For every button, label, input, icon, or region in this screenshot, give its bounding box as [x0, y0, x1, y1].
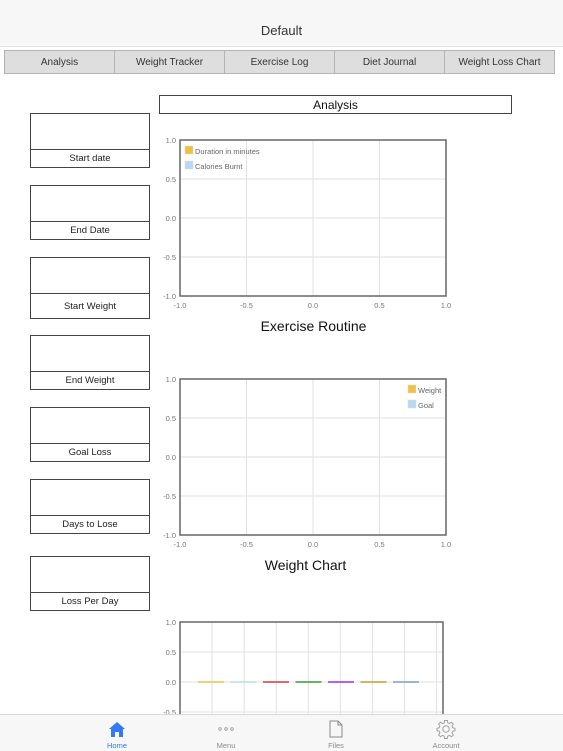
- y-tick-label: 1.0: [166, 618, 176, 627]
- field-goal-loss: Goal Loss: [30, 407, 150, 462]
- more-dots-icon: [217, 718, 235, 740]
- field-label: Days to Lose: [62, 519, 118, 530]
- nav-label: Home: [106, 741, 127, 750]
- legend-label: Weight: [418, 386, 442, 395]
- home-icon: [108, 718, 126, 740]
- x-tick-label: 1.0: [441, 540, 451, 549]
- nav-account[interactable]: Account: [406, 715, 486, 751]
- field-value[interactable]: [31, 114, 149, 150]
- y-tick-label: 0.5: [166, 648, 176, 657]
- legend-swatch: [184, 160, 194, 170]
- y-tick-label: 1.0: [166, 375, 176, 384]
- field-value[interactable]: [31, 186, 149, 222]
- tab-diet-journal[interactable]: Diet Journal: [334, 50, 444, 74]
- nav-label: Files: [328, 741, 344, 750]
- nav-files[interactable]: Files: [296, 715, 376, 751]
- exercise-routine-chart: -1.0 -0.5 0.0 0.5 1.0 1.0 0.5 0.0 -0.5 -1.0 Durati…: [163, 136, 451, 310]
- y-tick-label: 0.0: [166, 214, 176, 223]
- y-tick-label: 0.0: [166, 678, 176, 687]
- x-tick-label: 0.5: [374, 301, 384, 310]
- file-icon: [329, 718, 343, 740]
- x-tick-label: 0.0: [308, 301, 318, 310]
- field-label: End Date: [70, 225, 110, 236]
- tab-bar: Analysis Weight Tracker Exercise Log Die…: [4, 50, 555, 74]
- nav-label: Account: [432, 741, 460, 750]
- legend-label: Duration in minutes: [195, 147, 260, 156]
- legend-label: Calories Burnt: [195, 162, 243, 171]
- x-tick-label: 1.0: [441, 301, 451, 310]
- legend-label: Goal: [418, 401, 434, 410]
- field-end-weight: End Weight: [30, 335, 150, 390]
- nav-home[interactable]: Home: [77, 715, 157, 751]
- x-tick-label: -1.0: [174, 301, 187, 310]
- legend-swatch: [407, 384, 417, 394]
- field-value[interactable]: [31, 557, 149, 593]
- page-title: Default: [260, 23, 303, 38]
- plot-border: [179, 621, 444, 714]
- y-tick-label: -1.0: [163, 292, 176, 301]
- field-loss-per-day: Loss Per Day: [30, 556, 150, 611]
- field-start-date: Start date: [30, 113, 150, 168]
- field-label: End Weight: [65, 375, 115, 386]
- y-tick-label: 0.5: [166, 414, 176, 423]
- field-days-to-lose: Days to Lose: [30, 479, 150, 534]
- x-tick-label: 0.0: [308, 540, 318, 549]
- nav-menu[interactable]: Menu: [186, 715, 266, 751]
- gear-icon: [436, 718, 456, 740]
- tab-exercise-log[interactable]: Exercise Log: [224, 50, 334, 74]
- field-label: Start date: [69, 153, 111, 164]
- field-value[interactable]: [31, 336, 149, 372]
- x-tick-label: -1.0: [174, 540, 187, 549]
- field-value[interactable]: [31, 408, 149, 444]
- y-tick-label: 0.5: [166, 175, 176, 184]
- legend-swatch: [184, 145, 194, 155]
- legend-swatch: [407, 399, 417, 409]
- field-label: Goal Loss: [68, 447, 112, 458]
- field-end-date: End Date: [30, 185, 150, 240]
- field-start-weight: Start Weight: [30, 257, 150, 319]
- y-tick-label: -0.5: [163, 253, 176, 262]
- field-label: Loss Per Day: [61, 596, 119, 607]
- bottom-tab-bar: Home Menu Files Account: [0, 714, 563, 751]
- x-tick-label: -0.5: [240, 301, 253, 310]
- tab-weight-tracker[interactable]: Weight Tracker: [114, 50, 224, 74]
- x-tick-label: -0.5: [240, 540, 253, 549]
- navigation-bar: Default: [0, 0, 563, 47]
- weight-chart-title: Weight Chart: [264, 557, 347, 573]
- field-value[interactable]: [31, 258, 149, 294]
- nav-label: Menu: [216, 741, 236, 750]
- field-value[interactable]: [31, 480, 149, 516]
- section-title: Analysis: [159, 95, 512, 114]
- y-tick-label: -1.0: [163, 531, 176, 540]
- x-tick-label: 0.5: [374, 540, 384, 549]
- weight-chart: -1.0 -0.5 0.0 0.5 1.0 1.0 0.5 0.0 -0.5 -1.0 Weight…: [163, 375, 451, 549]
- tab-weight-loss-chart[interactable]: Weight Loss Chart: [444, 50, 555, 74]
- tab-analysis[interactable]: Analysis: [4, 50, 114, 74]
- field-label: Start Weight: [63, 300, 117, 312]
- weight-loss-chart: 1.00.50.0-0.5: [163, 618, 444, 714]
- y-tick-label: 0.0: [166, 453, 176, 462]
- exercise-routine-title: Exercise Routine: [260, 318, 367, 334]
- y-tick-label: -0.5: [163, 492, 176, 501]
- y-tick-label: 1.0: [166, 136, 176, 145]
